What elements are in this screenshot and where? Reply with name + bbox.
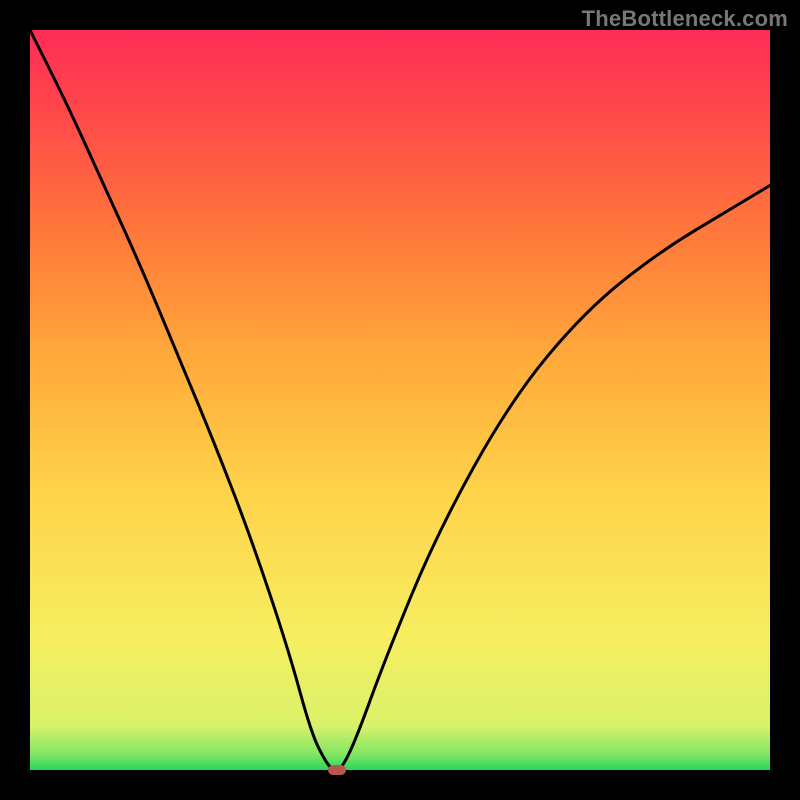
- watermark-text: TheBottleneck.com: [582, 6, 788, 32]
- optimum-marker: [328, 765, 346, 775]
- chart-frame: TheBottleneck.com: [0, 0, 800, 800]
- bottleneck-curve: [30, 30, 770, 770]
